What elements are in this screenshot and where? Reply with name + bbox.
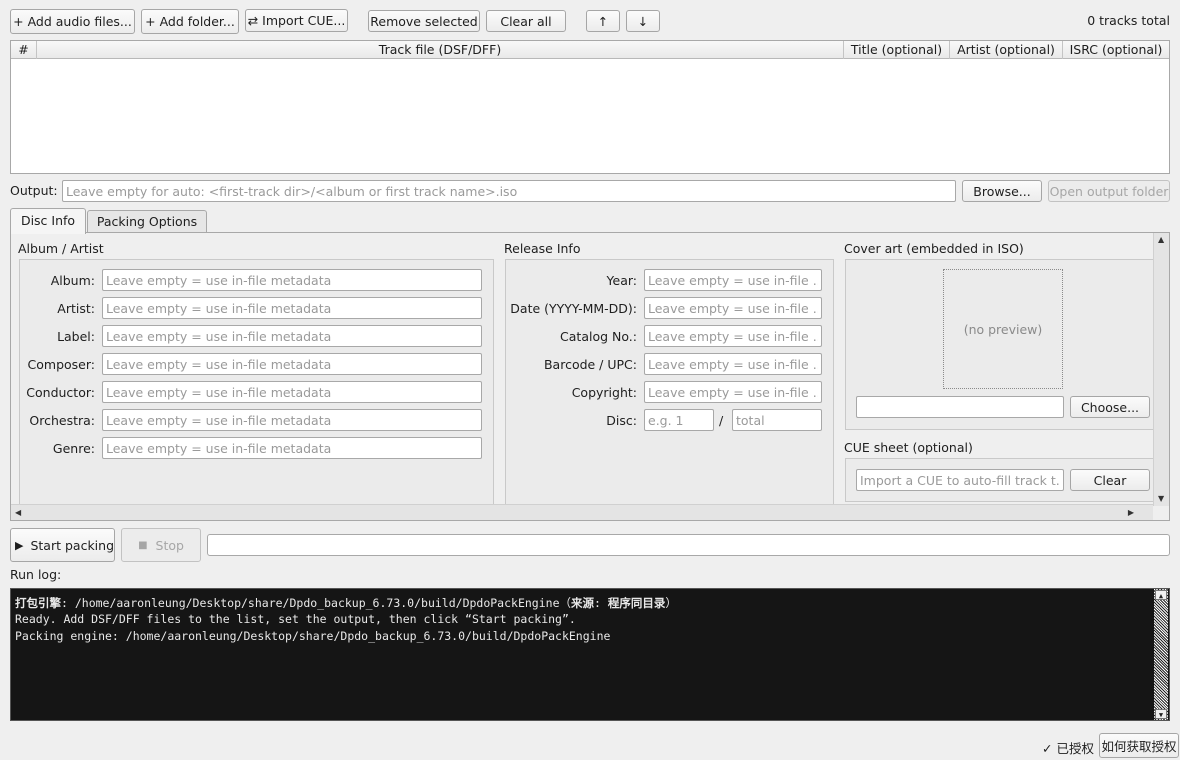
copyright-input[interactable] (644, 381, 822, 403)
run-log[interactable]: 打包引擎: /home/aaronleung/Desktop/share/Dpd… (10, 588, 1170, 721)
license-status: ✓ 已授权 (1042, 741, 1094, 756)
disc-info-panel: Album / Artist Album: Artist: Label: Com… (10, 232, 1170, 521)
album-input[interactable] (102, 269, 482, 291)
barcode-label: Barcode / UPC: (543, 357, 637, 372)
remove-selected-button[interactable]: Remove selected (368, 10, 480, 32)
scroll-left-arrow-icon[interactable]: ◀ (15, 508, 21, 518)
clear-cue-button[interactable]: Clear (1070, 469, 1150, 491)
stop-icon: ■ (138, 539, 148, 551)
add-audio-files-button[interactable]: + Add audio files... (10, 9, 135, 34)
orchestra-input[interactable] (102, 409, 482, 431)
column-header-isrc[interactable]: ISRC (optional) (1063, 41, 1169, 59)
log-scrollbar[interactable]: ▲ ▼ (1154, 589, 1168, 720)
log-source-label: 来源 (571, 596, 594, 610)
how-to-get-license-button[interactable]: 如何获取授权 (1099, 733, 1179, 758)
scroll-right-arrow-icon[interactable]: ▶ (1128, 508, 1134, 518)
disc-separator: / (719, 413, 724, 428)
disc-total-input[interactable] (732, 409, 822, 431)
copyright-label: Copyright: (571, 385, 637, 400)
cover-art-group-title: Cover art (embedded in ISO) (844, 241, 1024, 256)
open-output-folder-button[interactable]: Open output folder (1048, 180, 1170, 202)
year-input[interactable] (644, 269, 822, 291)
add-folder-button[interactable]: + Add folder... (141, 9, 239, 34)
label-input[interactable] (102, 325, 482, 347)
label-field-label: Label: (57, 329, 95, 344)
log-scroll-up-icon[interactable]: ▲ (1155, 590, 1167, 600)
cover-art-path-input[interactable] (856, 396, 1064, 418)
genre-label: Genre: (52, 441, 95, 456)
log-engine-path: : /home/aaronleung/Desktop/share/Dpdo_ba… (61, 596, 571, 610)
album-artist-group-title: Album / Artist (18, 241, 104, 256)
column-header-track-file[interactable]: Track file (DSF/DFF) (37, 41, 844, 59)
date-label: Date (YYYY-MM-DD): (510, 301, 637, 316)
stop-label: Stop (155, 537, 184, 553)
move-down-button[interactable]: ↓ (626, 10, 660, 32)
run-log-label: Run log: (10, 567, 62, 582)
start-packing-label: Start packing (30, 537, 115, 553)
barcode-input[interactable] (644, 353, 822, 375)
composer-label: Composer: (27, 357, 95, 372)
cue-sheet-input[interactable] (856, 469, 1064, 491)
artist-label: Artist: (57, 301, 95, 316)
conductor-label: Conductor: (26, 385, 95, 400)
genre-input[interactable] (102, 437, 482, 459)
log-engine-prefix: 打包引擎 (15, 596, 61, 610)
tracks-total-count: 0 tracks total (1087, 13, 1170, 28)
log-line-ready: Ready. Add DSF/DFF files to the list, se… (15, 612, 576, 626)
cover-art-preview: (no preview) (943, 269, 1063, 389)
log-source-value: 程序同目录 (607, 596, 666, 610)
start-packing-button[interactable]: ▶ Start packing (10, 528, 115, 562)
output-label: Output: (10, 183, 58, 198)
output-path-input[interactable] (62, 180, 956, 202)
move-up-button[interactable]: ↑ (586, 10, 620, 32)
conductor-input[interactable] (102, 381, 482, 403)
log-source-separator: : (594, 596, 608, 610)
stop-button[interactable]: ■ Stop (121, 528, 201, 562)
disc-label: Disc: (606, 413, 637, 428)
date-input[interactable] (644, 297, 822, 319)
panel-horizontal-scrollbar[interactable]: ◀ ▶ (11, 504, 1153, 520)
catalog-number-input[interactable] (644, 325, 822, 347)
composer-input[interactable] (102, 353, 482, 375)
log-line-engine-source: 打包引擎: /home/aaronleung/Desktop/share/Dpd… (15, 595, 677, 611)
release-info-group-title: Release Info (504, 241, 581, 256)
album-label: Album: (50, 273, 95, 288)
scroll-up-arrow-icon[interactable]: ▲ (1158, 235, 1164, 245)
clear-all-button[interactable]: Clear all (486, 10, 566, 32)
log-source-close: ） (665, 596, 677, 610)
scroll-down-arrow-icon[interactable]: ▼ (1158, 494, 1164, 504)
track-table-header: # Track file (DSF/DFF) Title (optional) … (11, 41, 1169, 59)
track-table[interactable]: # Track file (DSF/DFF) Title (optional) … (10, 40, 1170, 174)
column-header-title[interactable]: Title (optional) (844, 41, 950, 59)
import-cue-button[interactable]: ⇄ Import CUE... (245, 9, 348, 32)
play-icon: ▶ (15, 538, 24, 552)
column-header-number[interactable]: # (11, 41, 37, 59)
artist-input[interactable] (102, 297, 482, 319)
orchestra-label: Orchestra: (29, 413, 95, 428)
year-label: Year: (606, 273, 637, 288)
log-line-engine: Packing engine: /home/aaronleung/Desktop… (15, 629, 611, 643)
tab-packing-options[interactable]: Packing Options (87, 210, 207, 233)
disc-number-input[interactable] (644, 409, 714, 431)
browse-button[interactable]: Browse... (962, 180, 1042, 202)
cue-sheet-group-title: CUE sheet (optional) (844, 440, 973, 455)
panel-vertical-scrollbar[interactable]: ▲ ▼ (1153, 233, 1169, 506)
catalog-number-label: Catalog No.: (560, 329, 637, 344)
packing-progress-bar (207, 534, 1170, 556)
choose-cover-button[interactable]: Choose... (1070, 396, 1150, 418)
column-header-artist[interactable]: Artist (optional) (950, 41, 1063, 59)
tab-disc-info[interactable]: Disc Info (10, 208, 86, 234)
log-scroll-down-icon[interactable]: ▼ (1155, 709, 1167, 719)
